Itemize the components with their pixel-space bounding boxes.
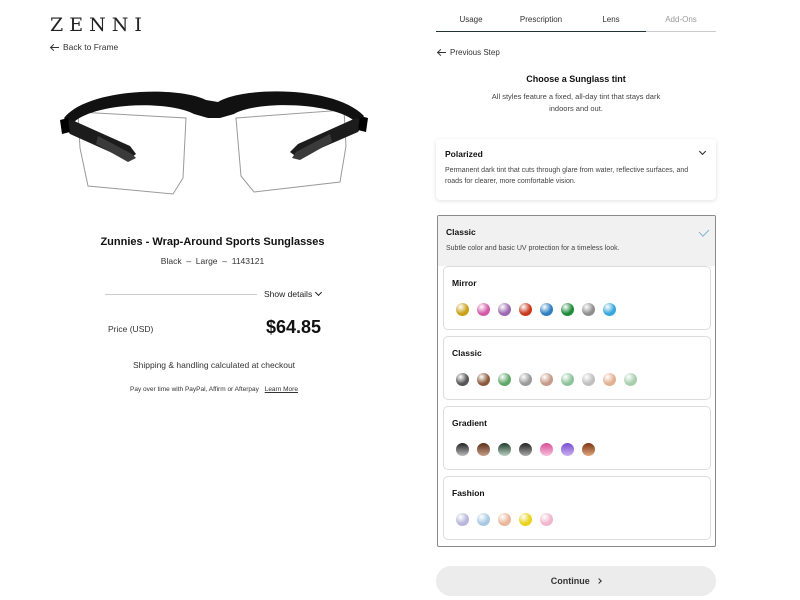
chevron-right-icon bbox=[596, 578, 603, 584]
product-panel: ZENNI Back to Frame Zunnies - Wrap-Aroun… bbox=[0, 0, 400, 600]
tint-group-mirror: Mirror bbox=[443, 266, 711, 330]
tint-group-fashion: Fashion bbox=[443, 476, 711, 540]
tint-group-gradient: Gradient bbox=[443, 406, 711, 470]
chevron-down-icon bbox=[315, 288, 323, 297]
tint-swatch-blue[interactable] bbox=[540, 303, 553, 316]
tab-prescription[interactable]: Prescription bbox=[506, 15, 576, 32]
swatch-row bbox=[456, 443, 595, 456]
product-title: Zunnies - Wrap-Around Sports Sunglasses bbox=[100, 236, 325, 248]
tint-swatch-pale-gray[interactable] bbox=[582, 373, 595, 386]
tint-swatch-light-blue[interactable] bbox=[477, 513, 490, 526]
product-image bbox=[60, 91, 368, 195]
back-to-frame-link[interactable]: Back to Frame bbox=[50, 42, 118, 52]
tint-swatch-gold[interactable] bbox=[456, 303, 469, 316]
tint-swatch-light-gray[interactable] bbox=[519, 373, 532, 386]
tint-swatch-green[interactable] bbox=[561, 303, 574, 316]
tint-swatch-pink[interactable] bbox=[477, 303, 490, 316]
polarized-option[interactable]: Polarized Permanent dark tint that cuts … bbox=[436, 139, 716, 200]
show-details-label: Show details bbox=[264, 289, 313, 299]
tint-swatch-red[interactable] bbox=[519, 303, 532, 316]
tint-swatch-green[interactable] bbox=[498, 373, 511, 386]
brand-logo[interactable]: ZENNI bbox=[50, 14, 148, 36]
step-tabs: Usage Prescription Lens Add-Ons bbox=[436, 15, 716, 32]
tint-swatch-dark-gradient[interactable] bbox=[519, 443, 532, 456]
back-to-frame-label: Back to Frame bbox=[63, 42, 119, 52]
tint-swatch-yellow[interactable] bbox=[519, 513, 532, 526]
product-size: Large bbox=[195, 256, 218, 266]
continue-button[interactable]: Continue bbox=[436, 566, 716, 596]
swatch-row bbox=[456, 303, 616, 316]
tint-swatch-silver[interactable] bbox=[582, 303, 595, 316]
tint-swatch-purple[interactable] bbox=[498, 303, 511, 316]
tint-swatch-rose[interactable] bbox=[540, 373, 553, 386]
tint-group-title: Classic bbox=[452, 348, 482, 358]
section-title: Choose a Sunglass tint bbox=[526, 74, 626, 84]
section-description: All styles feature a fixed, all-day tint… bbox=[491, 92, 661, 113]
tint-swatch-brown-gradient[interactable] bbox=[477, 443, 490, 456]
tint-swatch-gray-gradient[interactable] bbox=[456, 443, 469, 456]
tab-add-ons[interactable]: Add-Ons bbox=[646, 15, 716, 32]
previous-step-label: Previous Step bbox=[450, 48, 500, 57]
classic-option-header[interactable]: Classic Subtle color and basic UV protec… bbox=[438, 216, 715, 266]
learn-more-link[interactable]: Learn More bbox=[265, 386, 298, 393]
swatch-row bbox=[456, 373, 637, 386]
swatch-row bbox=[456, 513, 553, 526]
product-color: Black bbox=[160, 256, 182, 266]
arrow-left-icon bbox=[437, 48, 446, 57]
product-variant: Black – Large – 1143121 bbox=[160, 256, 265, 266]
classic-option: Classic Subtle color and basic UV protec… bbox=[437, 215, 716, 547]
tint-swatch-apricot[interactable] bbox=[498, 513, 511, 526]
arrow-left-icon bbox=[50, 43, 59, 52]
tint-swatch-light-pink[interactable] bbox=[540, 513, 553, 526]
tint-swatch-lavender[interactable] bbox=[456, 513, 469, 526]
price-value: $64.85 bbox=[265, 317, 321, 337]
show-details-button[interactable]: Show details bbox=[264, 288, 323, 299]
tint-group-classic: Classic bbox=[443, 336, 711, 400]
pay-over-time-text: Pay over time with PayPal, Affirm or Aft… bbox=[130, 386, 259, 393]
tint-swatch-ice-blue[interactable] bbox=[603, 303, 616, 316]
continue-label: Continue bbox=[550, 576, 590, 586]
tint-swatch-amber-gradient[interactable] bbox=[582, 443, 595, 456]
tint-swatch-peach[interactable] bbox=[603, 373, 616, 386]
shipping-note: Shipping & handling calculated at checko… bbox=[132, 360, 296, 370]
polarized-title: Polarized bbox=[445, 149, 483, 159]
divider bbox=[105, 294, 257, 295]
previous-step-link[interactable]: Previous Step bbox=[437, 48, 500, 57]
tab-usage[interactable]: Usage bbox=[436, 15, 506, 32]
tint-group-title: Mirror bbox=[452, 278, 477, 288]
tint-group-title: Fashion bbox=[452, 488, 485, 498]
polarized-description: Permanent dark tint that cuts through gl… bbox=[445, 167, 689, 185]
tint-swatch-gray[interactable] bbox=[456, 373, 469, 386]
pay-over-time-note: Pay over time with PayPal, Affirm or Aft… bbox=[100, 386, 328, 393]
classic-title: Classic bbox=[446, 227, 476, 237]
lens-config-panel: Usage Prescription Lens Add-Ons Previous… bbox=[400, 0, 800, 600]
tint-swatch-purple-gradient[interactable] bbox=[561, 443, 574, 456]
tab-lens[interactable]: Lens bbox=[576, 15, 646, 32]
price-label: Price (USD) bbox=[108, 324, 154, 334]
tint-swatch-mint[interactable] bbox=[561, 373, 574, 386]
classic-description: Subtle color and basic UV protection for… bbox=[446, 245, 620, 252]
product-sku: 1143121 bbox=[231, 256, 265, 266]
tint-group-title: Gradient bbox=[452, 418, 487, 428]
tint-swatch-green-gradient[interactable] bbox=[498, 443, 511, 456]
tint-swatch-pink-gradient[interactable] bbox=[540, 443, 553, 456]
tint-swatch-sage[interactable] bbox=[624, 373, 637, 386]
tint-swatch-brown[interactable] bbox=[477, 373, 490, 386]
